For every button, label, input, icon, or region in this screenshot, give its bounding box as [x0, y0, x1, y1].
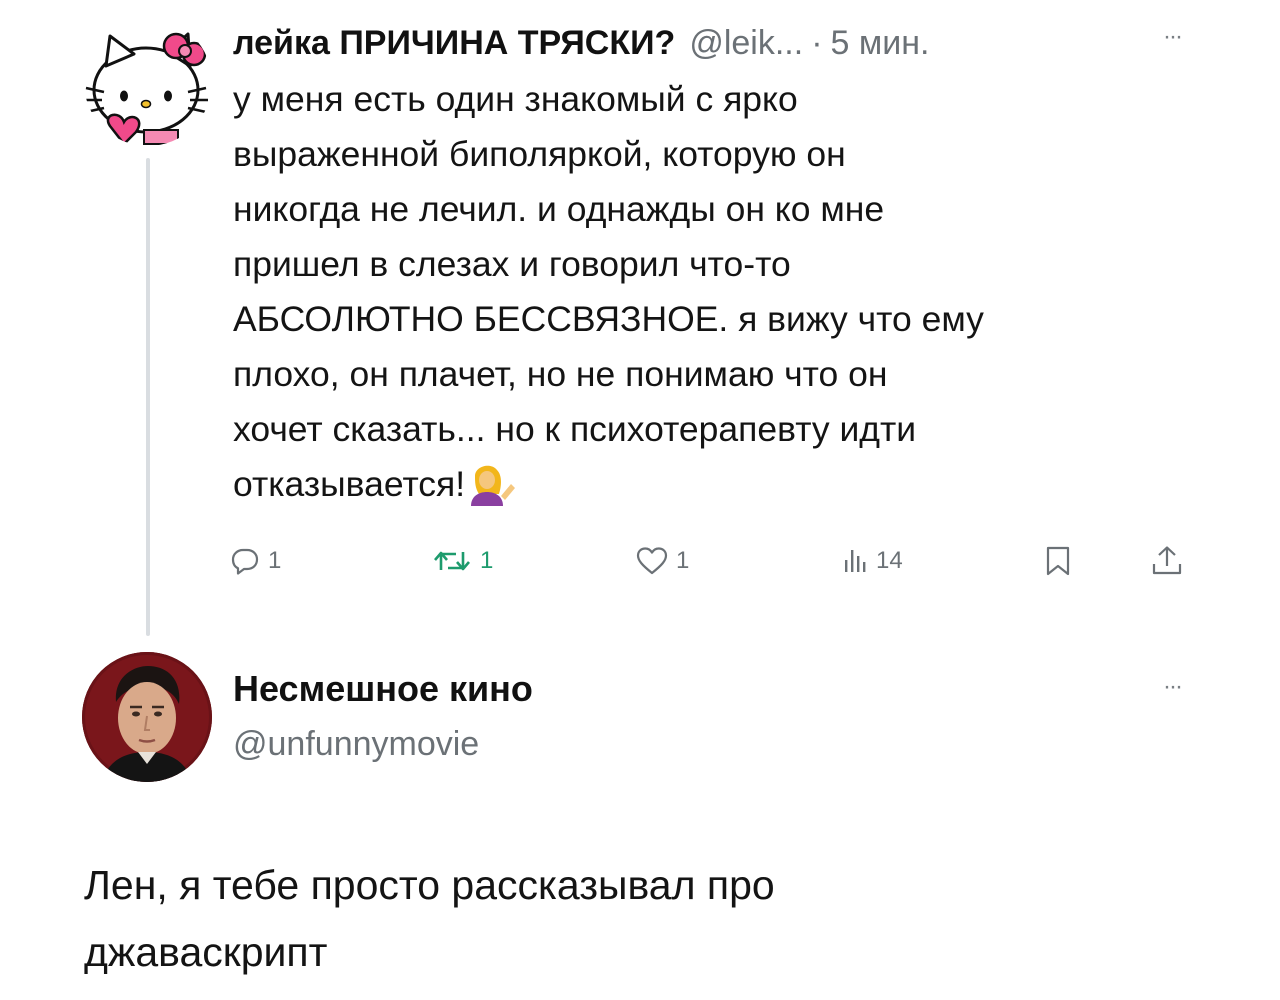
author-name[interactable]: Несмешное кино — [233, 664, 533, 714]
man-portrait-avatar[interactable] — [82, 652, 212, 782]
share-upload-icon — [1150, 545, 1184, 577]
analytics-bars-icon — [842, 546, 868, 576]
tweet-text-line: отказывается! — [233, 464, 466, 504]
tweet-text-line: у меня есть один знакомый с ярко — [233, 79, 798, 119]
tweet-text-line: АБСОЛЮТНО БЕССВЯЗНОЕ. я вижу что ему — [233, 299, 984, 339]
more-options-icon[interactable]: ··· — [1154, 22, 1190, 52]
tweet-text-line: Лен, я тебе просто рассказывал про — [84, 862, 775, 908]
more-options-icon[interactable]: ··· — [1154, 672, 1190, 702]
share-button[interactable] — [1150, 536, 1184, 586]
retweet-count: 1 — [480, 547, 494, 574]
tweet-timestamp[interactable]: 5 мин. — [831, 18, 930, 68]
tweet-text-line: пришел в слезах и говорил что-то — [233, 244, 791, 284]
views-count: 14 — [876, 547, 903, 574]
person-tipping-hand-emoji — [465, 462, 517, 506]
tweet-text: у меня есть один знакомый с ярко выражен… — [233, 72, 1193, 512]
views-button[interactable]: 14 — [842, 536, 903, 586]
retweet-icon — [432, 546, 472, 576]
reply-button[interactable]: 1 — [230, 536, 281, 586]
tweet-text-last-line: отказывается! — [233, 457, 1193, 512]
tweet-text-line: выраженной биполяркой, которую он — [233, 134, 846, 174]
author-handle[interactable]: @leik... — [689, 18, 803, 68]
reply-count: 1 — [268, 547, 282, 574]
tweet-header: лейка ПРИЧИНА ТРЯСКИ? @leik... · 5 мин. — [233, 18, 929, 68]
bookmark-button[interactable] — [1044, 536, 1072, 586]
like-button[interactable]: 1 — [636, 536, 689, 586]
header-separator: · — [811, 24, 823, 62]
reply-tweet-text: Лен, я тебе просто рассказывал про джава… — [84, 852, 1184, 986]
reply-icon — [230, 546, 260, 576]
heart-icon — [636, 546, 668, 576]
retweet-button[interactable]: 1 — [432, 536, 493, 586]
tweet-action-bar: 1 1 1 14 — [0, 536, 1280, 586]
tweet-text-line: плохо, он плачет, но не понимаю что он — [233, 354, 888, 394]
author-name[interactable]: лейка ПРИЧИНА ТРЯСКИ? — [233, 18, 675, 68]
hello-kitty-avatar[interactable] — [84, 18, 212, 146]
author-handle[interactable]: @unfunnymovie — [233, 719, 479, 769]
tweet-text-line: никогда не лечил. и однажды он ко мне — [233, 189, 885, 229]
bookmark-icon — [1044, 545, 1072, 577]
like-count: 1 — [676, 547, 690, 574]
tweet-text-line: хочет сказать... но к психотерапевту идт… — [233, 409, 917, 449]
tweet-original[interactable]: лейка ПРИЧИНА ТРЯСКИ? @leik... · 5 мин. … — [0, 0, 1280, 640]
tweet-text-line: джаваскрипт — [84, 929, 328, 975]
